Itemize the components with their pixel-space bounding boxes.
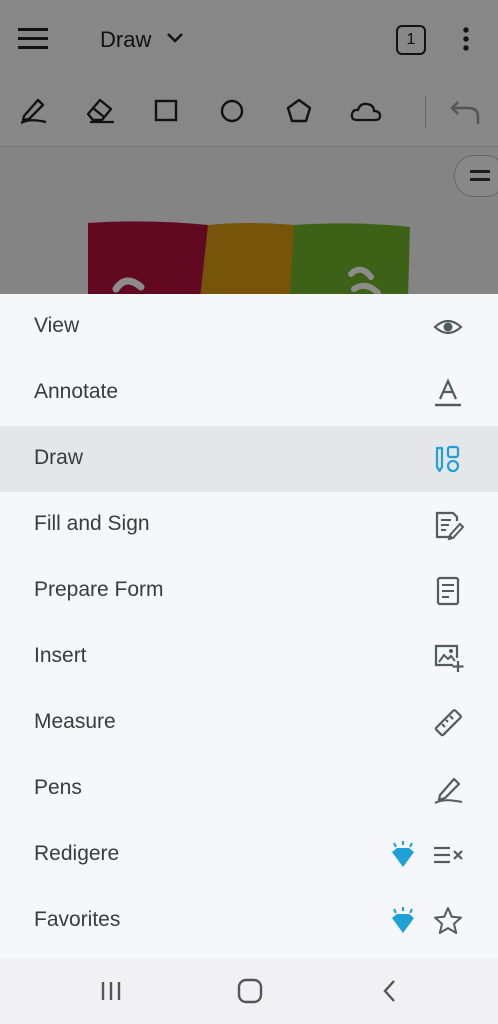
menu-item-label: Prepare Form <box>34 578 164 601</box>
menu-item-label: View <box>34 314 80 337</box>
menu-item-label: Insert <box>34 644 87 667</box>
system-navigation-bar <box>0 958 498 1024</box>
premium-diamond-icon <box>392 907 414 933</box>
menu-item-insert[interactable]: Insert <box>0 624 498 690</box>
ruler-icon <box>434 709 462 737</box>
home-icon[interactable] <box>235 976 265 1006</box>
draw-shapes-icon <box>435 445 460 473</box>
menu-item-fill-and-sign[interactable]: Fill and Sign <box>0 492 498 558</box>
menu-item-measure[interactable]: Measure <box>0 690 498 756</box>
text-a-icon <box>435 378 461 407</box>
fill-sign-icon <box>435 511 464 541</box>
menu-item-label: Annotate <box>34 380 119 403</box>
menu-item-label: Measure <box>34 710 116 733</box>
menu-item-label: Fill and Sign <box>34 512 150 535</box>
insert-image-icon <box>434 644 464 672</box>
mode-menu-sheet: View Annotate Draw Fill and Sign Prepare… <box>0 294 498 958</box>
eye-icon <box>433 319 463 335</box>
menu-item-label: Favorites <box>34 908 121 931</box>
pen-icon <box>434 777 463 804</box>
form-icon <box>436 576 460 606</box>
premium-diamond-icon <box>392 841 414 867</box>
star-icon <box>434 907 462 934</box>
recent-apps-icon[interactable] <box>96 976 126 1006</box>
menu-item-view[interactable]: View <box>0 294 498 360</box>
menu-item-draw[interactable]: Draw <box>0 426 498 492</box>
modal-scrim[interactable] <box>0 0 498 294</box>
menu-item-annotate[interactable]: Annotate <box>0 360 498 426</box>
menu-item-label: Pens <box>34 776 82 799</box>
menu-item-label: Redigere <box>34 842 120 865</box>
menu-item-redigere[interactable]: Redigere <box>0 822 498 888</box>
menu-item-prepare-form[interactable]: Prepare Form <box>0 558 498 624</box>
menu-item-favorites[interactable]: Favorites <box>0 888 498 954</box>
menu-item-pens[interactable]: Pens <box>0 756 498 822</box>
redact-icon <box>434 846 463 864</box>
back-icon[interactable] <box>375 976 405 1006</box>
menu-item-label: Draw <box>34 446 84 469</box>
